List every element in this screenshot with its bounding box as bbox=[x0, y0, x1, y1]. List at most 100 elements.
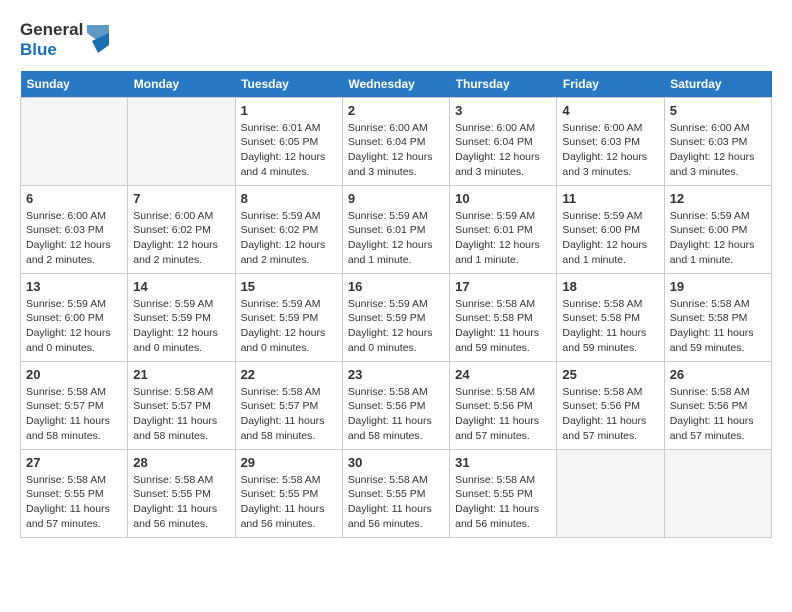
day-info: Sunrise: 5:59 AM Sunset: 5:59 PM Dayligh… bbox=[241, 297, 337, 356]
day-number: 4 bbox=[562, 103, 658, 118]
calendar-cell: 9 Sunrise: 5:59 AM Sunset: 6:01 PM Daylig… bbox=[342, 185, 449, 273]
day-number: 16 bbox=[348, 279, 444, 294]
header-day-thursday: Thursday bbox=[450, 71, 557, 98]
day-info: Sunrise: 5:58 AM Sunset: 5:56 PM Dayligh… bbox=[348, 385, 444, 444]
header-day-sunday: Sunday bbox=[21, 71, 128, 98]
day-info: Sunrise: 5:58 AM Sunset: 5:55 PM Dayligh… bbox=[26, 473, 122, 532]
header-day-friday: Friday bbox=[557, 71, 664, 98]
calendar-cell: 30 Sunrise: 5:58 AM Sunset: 5:55 PM Dayli… bbox=[342, 449, 449, 537]
calendar-header-row: SundayMondayTuesdayWednesdayThursdayFrid… bbox=[21, 71, 772, 98]
day-info: Sunrise: 5:58 AM Sunset: 5:56 PM Dayligh… bbox=[670, 385, 766, 444]
header-day-tuesday: Tuesday bbox=[235, 71, 342, 98]
header-day-monday: Monday bbox=[128, 71, 235, 98]
calendar-cell: 5 Sunrise: 6:00 AM Sunset: 6:03 PM Daylig… bbox=[664, 97, 771, 185]
header-day-wednesday: Wednesday bbox=[342, 71, 449, 98]
day-info: Sunrise: 6:00 AM Sunset: 6:03 PM Dayligh… bbox=[670, 121, 766, 180]
day-number: 13 bbox=[26, 279, 122, 294]
calendar-cell bbox=[664, 449, 771, 537]
day-info: Sunrise: 5:59 AM Sunset: 6:02 PM Dayligh… bbox=[241, 209, 337, 268]
day-number: 25 bbox=[562, 367, 658, 382]
calendar-cell: 13 Sunrise: 5:59 AM Sunset: 6:00 PM Dayli… bbox=[21, 273, 128, 361]
day-number: 31 bbox=[455, 455, 551, 470]
calendar-cell: 19Sunrise: 5:58 AM Sunset: 5:58 PM Dayli… bbox=[664, 273, 771, 361]
day-number: 23 bbox=[348, 367, 444, 382]
calendar-cell: 31 Sunrise: 5:58 AM Sunset: 5:55 PM Dayli… bbox=[450, 449, 557, 537]
day-info: Sunrise: 6:00 AM Sunset: 6:03 PM Dayligh… bbox=[562, 121, 658, 180]
day-number: 22 bbox=[241, 367, 337, 382]
day-info: Sunrise: 5:58 AM Sunset: 5:57 PM Dayligh… bbox=[241, 385, 337, 444]
day-info: Sunrise: 6:00 AM Sunset: 6:04 PM Dayligh… bbox=[455, 121, 551, 180]
day-number: 5 bbox=[670, 103, 766, 118]
calendar-cell: 29 Sunrise: 5:58 AM Sunset: 5:55 PM Dayli… bbox=[235, 449, 342, 537]
day-info: Sunrise: 6:00 AM Sunset: 6:03 PM Dayligh… bbox=[26, 209, 122, 268]
calendar-cell: 10Sunrise: 5:59 AM Sunset: 6:01 PM Dayli… bbox=[450, 185, 557, 273]
day-number: 17 bbox=[455, 279, 551, 294]
calendar-week-row: 1 Sunrise: 6:01 AM Sunset: 6:05 PM Daylig… bbox=[21, 97, 772, 185]
day-info: Sunrise: 5:58 AM Sunset: 5:55 PM Dayligh… bbox=[241, 473, 337, 532]
day-number: 28 bbox=[133, 455, 229, 470]
day-number: 1 bbox=[241, 103, 337, 118]
day-info: Sunrise: 5:59 AM Sunset: 6:00 PM Dayligh… bbox=[670, 209, 766, 268]
day-info: Sunrise: 6:00 AM Sunset: 6:02 PM Dayligh… bbox=[133, 209, 229, 268]
day-number: 8 bbox=[241, 191, 337, 206]
calendar-cell: 23 Sunrise: 5:58 AM Sunset: 5:56 PM Dayli… bbox=[342, 361, 449, 449]
day-info: Sunrise: 5:58 AM Sunset: 5:56 PM Dayligh… bbox=[455, 385, 551, 444]
day-number: 15 bbox=[241, 279, 337, 294]
day-number: 21 bbox=[133, 367, 229, 382]
day-info: Sunrise: 5:59 AM Sunset: 6:00 PM Dayligh… bbox=[562, 209, 658, 268]
calendar-cell: 12 Sunrise: 5:59 AM Sunset: 6:00 PM Dayli… bbox=[664, 185, 771, 273]
calendar-week-row: 6 Sunrise: 6:00 AM Sunset: 6:03 PM Daylig… bbox=[21, 185, 772, 273]
calendar-cell: 14Sunrise: 5:59 AM Sunset: 5:59 PM Dayli… bbox=[128, 273, 235, 361]
calendar-cell: 8 Sunrise: 5:59 AM Sunset: 6:02 PM Daylig… bbox=[235, 185, 342, 273]
day-number: 26 bbox=[670, 367, 766, 382]
calendar-cell: 1 Sunrise: 6:01 AM Sunset: 6:05 PM Daylig… bbox=[235, 97, 342, 185]
calendar-cell: 24 Sunrise: 5:58 AM Sunset: 5:56 PM Dayli… bbox=[450, 361, 557, 449]
calendar-cell: 26 Sunrise: 5:58 AM Sunset: 5:56 PM Dayli… bbox=[664, 361, 771, 449]
logo-general: General bbox=[20, 20, 83, 40]
day-info: Sunrise: 5:58 AM Sunset: 5:55 PM Dayligh… bbox=[348, 473, 444, 532]
logo-blue: Blue bbox=[20, 40, 83, 60]
calendar-cell: 17Sunrise: 5:58 AM Sunset: 5:58 PM Dayli… bbox=[450, 273, 557, 361]
day-info: Sunrise: 5:59 AM Sunset: 6:01 PM Dayligh… bbox=[348, 209, 444, 268]
day-number: 30 bbox=[348, 455, 444, 470]
day-info: Sunrise: 5:58 AM Sunset: 5:58 PM Dayligh… bbox=[670, 297, 766, 356]
day-number: 12 bbox=[670, 191, 766, 206]
day-info: Sunrise: 5:59 AM Sunset: 5:59 PM Dayligh… bbox=[133, 297, 229, 356]
calendar-cell: 15 Sunrise: 5:59 AM Sunset: 5:59 PM Dayli… bbox=[235, 273, 342, 361]
day-info: Sunrise: 5:58 AM Sunset: 5:56 PM Dayligh… bbox=[562, 385, 658, 444]
day-number: 11 bbox=[562, 191, 658, 206]
calendar-cell: 2 Sunrise: 6:00 AM Sunset: 6:04 PM Daylig… bbox=[342, 97, 449, 185]
day-number: 29 bbox=[241, 455, 337, 470]
logo-icon bbox=[87, 25, 109, 55]
day-info: Sunrise: 6:01 AM Sunset: 6:05 PM Dayligh… bbox=[241, 121, 337, 180]
calendar-cell: 4 Sunrise: 6:00 AM Sunset: 6:03 PM Daylig… bbox=[557, 97, 664, 185]
day-info: Sunrise: 5:59 AM Sunset: 6:00 PM Dayligh… bbox=[26, 297, 122, 356]
day-number: 9 bbox=[348, 191, 444, 206]
calendar-cell: 7Sunrise: 6:00 AM Sunset: 6:02 PM Daylig… bbox=[128, 185, 235, 273]
day-number: 24 bbox=[455, 367, 551, 382]
calendar-cell: 25 Sunrise: 5:58 AM Sunset: 5:56 PM Dayli… bbox=[557, 361, 664, 449]
logo: General Blue bbox=[20, 20, 109, 61]
calendar-cell: 16Sunrise: 5:59 AM Sunset: 5:59 PM Dayli… bbox=[342, 273, 449, 361]
calendar-cell: 11 Sunrise: 5:59 AM Sunset: 6:00 PM Dayli… bbox=[557, 185, 664, 273]
day-number: 20 bbox=[26, 367, 122, 382]
page-header: General Blue bbox=[20, 20, 772, 61]
day-info: Sunrise: 5:59 AM Sunset: 6:01 PM Dayligh… bbox=[455, 209, 551, 268]
day-info: Sunrise: 5:58 AM Sunset: 5:55 PM Dayligh… bbox=[455, 473, 551, 532]
day-info: Sunrise: 5:58 AM Sunset: 5:57 PM Dayligh… bbox=[26, 385, 122, 444]
calendar-cell: 28Sunrise: 5:58 AM Sunset: 5:55 PM Dayli… bbox=[128, 449, 235, 537]
calendar-cell: 21 Sunrise: 5:58 AM Sunset: 5:57 PM Dayli… bbox=[128, 361, 235, 449]
day-number: 6 bbox=[26, 191, 122, 206]
calendar-cell: 22 Sunrise: 5:58 AM Sunset: 5:57 PM Dayli… bbox=[235, 361, 342, 449]
day-info: Sunrise: 5:58 AM Sunset: 5:57 PM Dayligh… bbox=[133, 385, 229, 444]
calendar-cell: 6 Sunrise: 6:00 AM Sunset: 6:03 PM Daylig… bbox=[21, 185, 128, 273]
day-info: Sunrise: 6:00 AM Sunset: 6:04 PM Dayligh… bbox=[348, 121, 444, 180]
calendar-table: SundayMondayTuesdayWednesdayThursdayFrid… bbox=[20, 71, 772, 538]
day-number: 2 bbox=[348, 103, 444, 118]
calendar-cell: 18 Sunrise: 5:58 AM Sunset: 5:58 PM Dayli… bbox=[557, 273, 664, 361]
day-info: Sunrise: 5:58 AM Sunset: 5:58 PM Dayligh… bbox=[562, 297, 658, 356]
calendar-cell: 3 Sunrise: 6:00 AM Sunset: 6:04 PM Daylig… bbox=[450, 97, 557, 185]
day-number: 18 bbox=[562, 279, 658, 294]
day-number: 3 bbox=[455, 103, 551, 118]
header-day-saturday: Saturday bbox=[664, 71, 771, 98]
